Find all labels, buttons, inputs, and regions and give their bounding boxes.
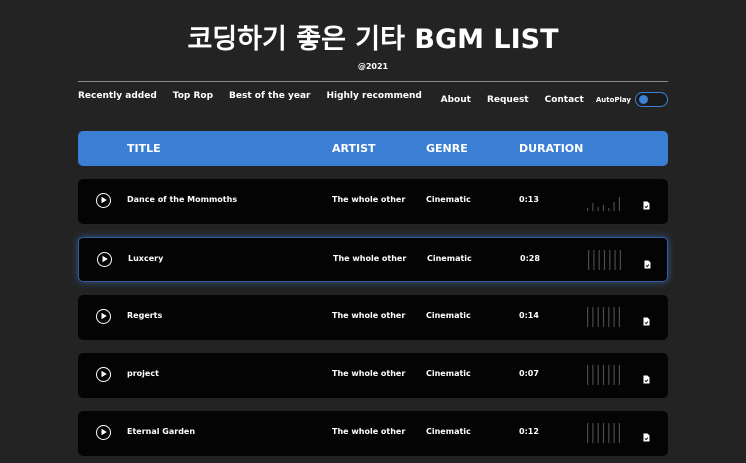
track-genre: Cinematic xyxy=(426,427,471,436)
header-title: TITLE xyxy=(127,142,161,155)
header-duration: DURATION xyxy=(519,142,584,155)
site-nav: About Request Contact AutoPlay xyxy=(441,92,668,107)
track-row[interactable]: project The whole other Cinematic 0:07 xyxy=(78,353,668,398)
track-genre: Cinematic xyxy=(427,254,472,263)
track-row[interactable]: Dance of the Mommoths The whole other Cine… xyxy=(78,179,668,224)
track-artist: The whole other xyxy=(333,254,407,263)
track-title: Luxcery xyxy=(128,254,164,263)
nav-best-of-the-year[interactable]: Best of the year xyxy=(229,91,310,101)
track-genre: Cinematic xyxy=(426,311,471,320)
track-row[interactable]: Regerts The whole other Cinematic 0:14 xyxy=(78,295,668,340)
track-duration: 0:14 xyxy=(519,311,539,320)
file-icon[interactable] xyxy=(643,369,650,388)
autoplay-label: AutoPlay xyxy=(595,95,631,104)
nav-recently-added[interactable]: Recently added xyxy=(78,91,157,101)
track-artist: The whole other xyxy=(332,369,406,378)
file-icon[interactable] xyxy=(643,427,650,446)
track-title: Eternal Garden xyxy=(127,427,196,436)
autoplay-toggle[interactable] xyxy=(635,92,668,107)
nav-highly-recommend[interactable]: Highly recommend xyxy=(326,91,421,101)
play-circle-icon[interactable] xyxy=(96,193,111,208)
nav-request[interactable]: Request xyxy=(487,95,529,105)
play-circle-icon[interactable] xyxy=(96,425,111,440)
copyright-year: @2021 xyxy=(357,62,389,71)
play-circle-icon[interactable] xyxy=(96,367,111,382)
page-title: 코딩하기 좋은 기타 BGM LIST xyxy=(187,24,559,55)
category-nav: Recently added Top Rop Best of the year … xyxy=(78,91,438,101)
toggle-knob xyxy=(639,95,648,104)
table-header: TITLE ARTIST GENRE DURATION xyxy=(78,131,668,166)
nav-contact[interactable]: Contact xyxy=(545,95,584,105)
track-duration: 0:07 xyxy=(519,369,539,378)
track-duration: 0:13 xyxy=(519,195,539,204)
play-circle-icon[interactable] xyxy=(97,252,112,267)
nav-top-rop[interactable]: Top Rop xyxy=(173,91,213,101)
track-title: Regerts xyxy=(127,311,163,320)
track-genre: Cinematic xyxy=(426,369,471,378)
file-icon[interactable] xyxy=(643,311,650,330)
track-title: Dance of the Mommoths xyxy=(127,195,238,204)
play-circle-icon[interactable] xyxy=(96,309,111,324)
header-genre: GENRE xyxy=(426,142,468,155)
header-divider xyxy=(78,81,668,82)
track-genre: Cinematic xyxy=(426,195,471,204)
track-artist: The whole other xyxy=(332,427,406,436)
track-artist: The whole other xyxy=(332,311,406,320)
track-duration: 0:12 xyxy=(519,427,539,436)
file-icon[interactable] xyxy=(644,254,651,273)
file-icon[interactable] xyxy=(643,195,650,214)
track-artist: The whole other xyxy=(332,195,406,204)
track-row[interactable]: Luxcery The whole other Cinematic 0:28 xyxy=(78,237,668,282)
waveform-icon xyxy=(586,191,622,211)
waveform-icon xyxy=(587,250,623,270)
waveform-icon xyxy=(586,423,622,443)
header-artist: ARTIST xyxy=(332,142,376,155)
track-row[interactable]: Eternal Garden The whole other Cinematic 0:… xyxy=(78,411,668,456)
track-title: project xyxy=(127,369,159,378)
waveform-icon xyxy=(586,307,622,327)
nav-about[interactable]: About xyxy=(441,95,471,105)
waveform-icon xyxy=(586,365,622,385)
track-duration: 0:28 xyxy=(520,254,540,263)
